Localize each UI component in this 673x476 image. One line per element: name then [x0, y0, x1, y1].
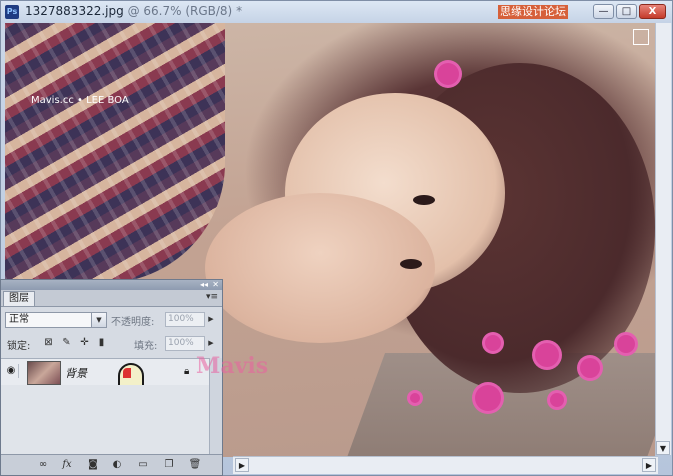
- flower: [550, 393, 564, 407]
- layers-panel: ◂◂ ✕ 图层 ▾≡ 正常 ▼ 不透明度: 100% ▶ 锁定: ⊠ ✎ ✛ ▮…: [0, 279, 223, 476]
- photo-credit: Mavis.cc • LEE BOA: [31, 95, 129, 106]
- layer-row-background[interactable]: ◉ 背景 🔒︎: [1, 358, 213, 386]
- opacity-field[interactable]: 100%: [165, 312, 205, 327]
- photo-eye: [400, 259, 422, 269]
- photo-sweater: [5, 23, 225, 283]
- layers-list-empty-area[interactable]: [1, 385, 209, 455]
- document-title: 1327883322.jpg @ 66.7% (RGB/8) *: [25, 4, 242, 18]
- hair-flower: [437, 63, 459, 85]
- blend-mode-value: 正常: [9, 314, 29, 325]
- zoom-level: @ 66.7%: [127, 4, 182, 18]
- close-icon[interactable]: ✕: [212, 280, 219, 290]
- opacity-label: 不透明度:: [111, 317, 155, 328]
- collapse-icon[interactable]: ◂◂: [200, 280, 208, 290]
- chevron-down-icon[interactable]: ▼: [91, 313, 106, 327]
- fill-arrow-icon[interactable]: ▶: [206, 336, 216, 351]
- panel-footer: ∞ fx ◙ ◐ ▭ ❐ 🗑︎: [1, 454, 222, 475]
- flower: [580, 358, 600, 378]
- scroll-left-arrow-icon[interactable]: ▶: [235, 458, 249, 472]
- fill-field[interactable]: 100%: [165, 336, 205, 351]
- vertical-scrollbar[interactable]: ▼: [655, 23, 671, 455]
- trash-icon[interactable]: 🗑︎: [187, 458, 203, 471]
- flower: [475, 385, 501, 411]
- panel-menu-icon[interactable]: ▾≡: [206, 292, 218, 302]
- panel-tab-row: 图层 ▾≡: [1, 290, 222, 307]
- photo-eye: [413, 195, 435, 205]
- horizontal-scrollbar[interactable]: ▶ ▶: [233, 456, 658, 474]
- corner-logo: [633, 29, 649, 45]
- mavis-watermark: Mavis: [196, 353, 268, 379]
- layer-name[interactable]: 背景: [65, 365, 87, 381]
- lock-label: 锁定:: [7, 341, 31, 352]
- flower: [485, 335, 501, 351]
- lock-brush-icon[interactable]: ✎: [61, 337, 72, 348]
- color-mode: (RGB/8): [185, 4, 233, 18]
- fill-label: 填充:: [134, 341, 158, 352]
- fx-icon[interactable]: fx: [59, 458, 75, 471]
- panel-header[interactable]: ◂◂ ✕: [1, 280, 222, 290]
- site-watermark: 思缘设计论坛: [498, 5, 568, 19]
- blend-mode-select[interactable]: 正常 ▼: [5, 312, 107, 328]
- title-bar[interactable]: Ps 1327883322.jpg @ 66.7% (RGB/8) * 思缘设计…: [1, 1, 672, 23]
- modified-marker: *: [236, 4, 243, 18]
- lock-row: 锁定: ⊠ ✎ ✛ ▮ 填充: 100% ▶: [1, 334, 222, 354]
- tab-layers[interactable]: 图层: [3, 291, 35, 306]
- group-folder-icon[interactable]: ▭: [135, 458, 151, 471]
- scroll-down-arrow-icon[interactable]: ▼: [656, 441, 670, 455]
- new-layer-icon[interactable]: ❐: [161, 458, 177, 471]
- lock-move-icon[interactable]: ✛: [79, 337, 90, 348]
- opacity-arrow-icon[interactable]: ▶: [206, 312, 216, 327]
- layer-thumbnail[interactable]: [27, 361, 61, 385]
- close-button[interactable]: X: [639, 4, 666, 19]
- adjustment-icon[interactable]: ◐: [109, 458, 125, 471]
- flower: [535, 343, 559, 367]
- lock-icon: 🔒︎: [184, 366, 190, 377]
- blend-row: 正常 ▼ 不透明度: 100% ▶: [1, 310, 222, 330]
- mavis-watermark-text: Mavis: [196, 353, 269, 379]
- photoshop-icon: Ps: [5, 5, 19, 19]
- scroll-right-arrow-icon[interactable]: ▶: [642, 458, 656, 472]
- mask-icon[interactable]: ◙: [85, 458, 101, 471]
- flower: [410, 393, 420, 403]
- flower: [617, 335, 635, 353]
- restore-button[interactable]: □: [616, 4, 637, 19]
- eye-icon[interactable]: ◉: [4, 364, 19, 378]
- photo-hand: [205, 193, 435, 343]
- filename: 1327883322.jpg: [25, 4, 124, 18]
- site-watermark-text: 思缘设计论坛: [500, 5, 566, 18]
- minimize-button[interactable]: —: [593, 4, 614, 19]
- lock-all-icon[interactable]: ▮: [96, 337, 107, 348]
- lock-transparent-icon[interactable]: ⊠: [43, 337, 54, 348]
- link-icon[interactable]: ∞: [35, 458, 51, 471]
